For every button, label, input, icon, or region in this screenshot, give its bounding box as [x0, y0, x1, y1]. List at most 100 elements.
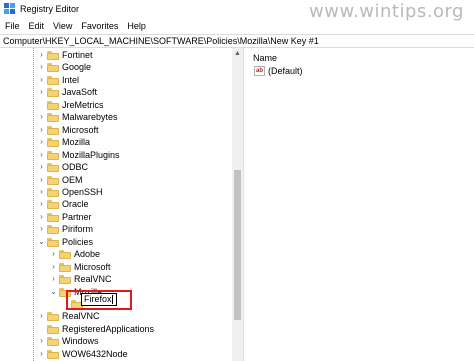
- tree-item[interactable]: › ODBC: [0, 161, 230, 174]
- menu-view[interactable]: View: [49, 21, 76, 31]
- chevron-right-icon[interactable]: ›: [38, 137, 45, 147]
- chevron-right-icon[interactable]: ›: [38, 224, 45, 234]
- folder-icon: [47, 175, 59, 185]
- tree-item-label: Fortinet: [62, 50, 93, 60]
- chevron-right-icon[interactable]: ›: [38, 187, 45, 197]
- folder-icon: [47, 150, 59, 160]
- tree-item[interactable]: ⌄ Policies: [0, 236, 230, 249]
- menu-edit[interactable]: Edit: [25, 21, 49, 31]
- tree-item[interactable]: › Google: [0, 61, 230, 74]
- menu-favorites[interactable]: Favorites: [77, 21, 122, 31]
- tree-item-label: Oracle: [62, 199, 89, 210]
- folder-icon: [47, 51, 59, 60]
- tree-item[interactable]: › Oracle: [0, 198, 230, 211]
- tree-item[interactable]: › Microsoft: [0, 124, 230, 137]
- folder-icon: [59, 262, 71, 272]
- folder-icon: [47, 200, 59, 210]
- chevron-down-icon[interactable]: ⌄: [50, 287, 57, 297]
- folder-icon: [47, 349, 59, 359]
- chevron-right-icon[interactable]: ›: [38, 87, 45, 97]
- folder-icon: [47, 237, 59, 247]
- tree-item[interactable]: › RealVNC: [0, 310, 230, 323]
- folder-icon: [47, 100, 59, 110]
- chevron-right-icon[interactable]: ›: [50, 249, 57, 259]
- chevron-right-icon[interactable]: ›: [50, 262, 57, 272]
- tree-item[interactable]: › WOW6432Node: [0, 348, 230, 361]
- scroll-thumb[interactable]: [234, 170, 241, 320]
- window-title: Registry Editor: [20, 4, 80, 14]
- tree-item-label: OEM: [62, 174, 83, 185]
- chevron-right-icon[interactable]: ›: [38, 199, 45, 209]
- tree-item[interactable]: › RealVNC: [0, 273, 230, 286]
- chevron-right-icon[interactable]: ›: [38, 175, 45, 185]
- tree-item[interactable]: › JavaSoft: [0, 86, 230, 99]
- address-bar[interactable]: Computer\HKEY_LOCAL_MACHINE\SOFTWARE\Pol…: [0, 34, 474, 48]
- pane-splitter[interactable]: [243, 48, 247, 361]
- folder-icon: [47, 63, 59, 73]
- chevron-right-icon[interactable]: ›: [38, 62, 45, 72]
- tree-item-label: JavaSoft: [62, 87, 98, 98]
- tree-item-label: Malwarebytes: [62, 112, 118, 123]
- tree-item-label: Adobe: [74, 249, 101, 260]
- tree-item[interactable]: › OpenSSH: [0, 186, 230, 199]
- tree-item[interactable]: › MozillaPlugins: [0, 149, 230, 162]
- highlight-annotation: [66, 290, 132, 310]
- string-value-icon: ab: [254, 66, 265, 76]
- value-row-default[interactable]: ab (Default): [254, 66, 303, 76]
- tree-item[interactable]: › Adobe: [0, 248, 230, 261]
- chevron-right-icon[interactable]: ›: [38, 112, 45, 122]
- chevron-right-icon[interactable]: ›: [38, 212, 45, 222]
- tree-scrollbar[interactable]: ▲: [232, 48, 243, 361]
- tree-item[interactable]: › Partner: [0, 211, 230, 224]
- tree-item[interactable]: › Fortinet: [0, 49, 230, 62]
- folder-icon: [47, 75, 59, 85]
- folder-icon: [47, 225, 59, 235]
- menu-help[interactable]: Help: [123, 21, 150, 31]
- folder-icon: [47, 337, 59, 347]
- chevron-right-icon[interactable]: ›: [38, 75, 45, 85]
- tree-item[interactable]: JreMetrics: [0, 99, 230, 112]
- column-header-name[interactable]: Name: [248, 51, 277, 65]
- folder-icon: [47, 324, 59, 334]
- tree-item[interactable]: › Windows: [0, 335, 230, 348]
- tree-item[interactable]: › Microsoft: [0, 261, 230, 274]
- chevron-right-icon[interactable]: ›: [38, 50, 45, 60]
- tree-item-label: ODBC: [62, 162, 89, 173]
- folder-icon: [47, 187, 59, 197]
- tree-item-label: Windows: [62, 336, 99, 347]
- tree-item-label: Google: [62, 62, 92, 73]
- tree-item-label: Policies: [62, 236, 94, 247]
- tree-item[interactable]: › OEM: [0, 174, 230, 187]
- chevron-down-icon[interactable]: ⌄: [38, 237, 45, 247]
- value-name: (Default): [268, 66, 303, 76]
- chevron-right-icon[interactable]: ›: [38, 311, 45, 321]
- tree-item-label: MozillaPlugins: [62, 149, 120, 160]
- chevron-right-icon[interactable]: ›: [38, 125, 45, 135]
- menu-file[interactable]: File: [1, 21, 24, 31]
- tree-item-label: Microsoft: [74, 261, 111, 272]
- tree-item[interactable]: › Intel: [0, 74, 230, 87]
- tree-item[interactable]: › Mozilla: [0, 136, 230, 149]
- folder-icon: [47, 163, 59, 173]
- chevron-right-icon[interactable]: ›: [38, 349, 45, 359]
- tree-item-label: RegisteredApplications: [62, 323, 155, 334]
- folder-icon: [59, 275, 71, 285]
- folder-icon: [47, 138, 59, 148]
- tree-item-label: OpenSSH: [62, 186, 103, 197]
- chevron-right-icon[interactable]: ›: [50, 274, 57, 284]
- tree-item-label: WOW6432Node: [62, 348, 128, 359]
- folder-icon: [47, 113, 59, 123]
- chevron-right-icon[interactable]: ›: [38, 162, 45, 172]
- tree-item[interactable]: RegisteredApplications: [0, 323, 230, 336]
- tree-item-label: Microsoft: [62, 124, 99, 135]
- tree-item[interactable]: › Piriform: [0, 223, 230, 236]
- folder-icon: [47, 212, 59, 222]
- tree-item[interactable]: › Malwarebytes: [0, 111, 230, 124]
- folder-icon: [47, 312, 59, 322]
- scroll-up-icon[interactable]: ▲: [232, 48, 243, 59]
- chevron-right-icon[interactable]: ›: [38, 336, 45, 346]
- tree-item-label: JreMetrics: [62, 99, 104, 110]
- chevron-right-icon[interactable]: ›: [38, 150, 45, 160]
- title-bar: Registry Editor www.wintips.org: [0, 0, 474, 22]
- folder-icon: [59, 250, 71, 260]
